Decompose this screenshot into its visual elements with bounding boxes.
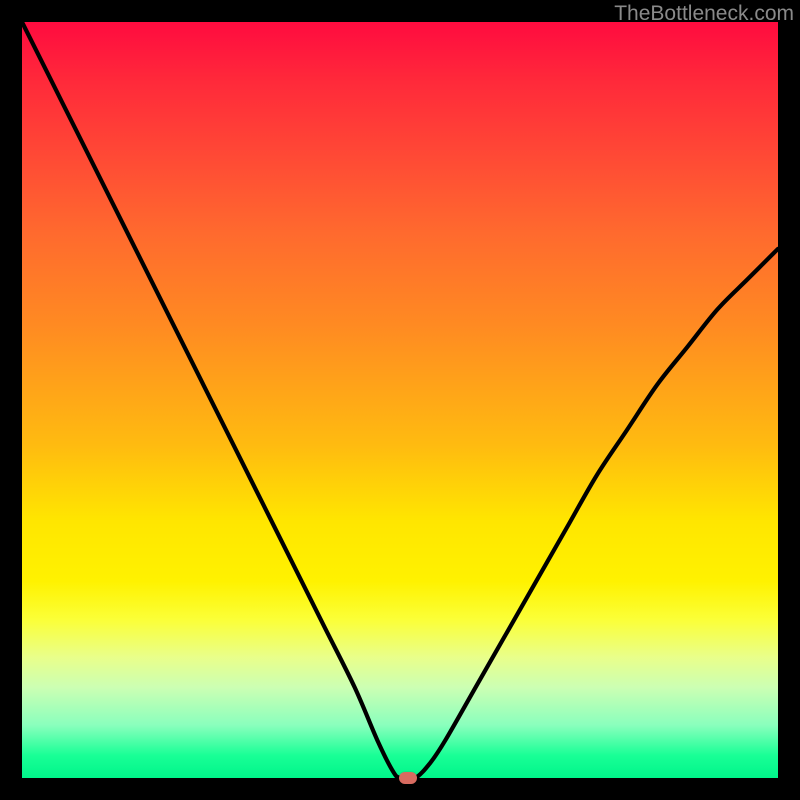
optimal-marker (399, 772, 417, 784)
chart-container: TheBottleneck.com (0, 0, 800, 800)
plot-area (22, 22, 778, 778)
bottleneck-curve (22, 22, 778, 778)
